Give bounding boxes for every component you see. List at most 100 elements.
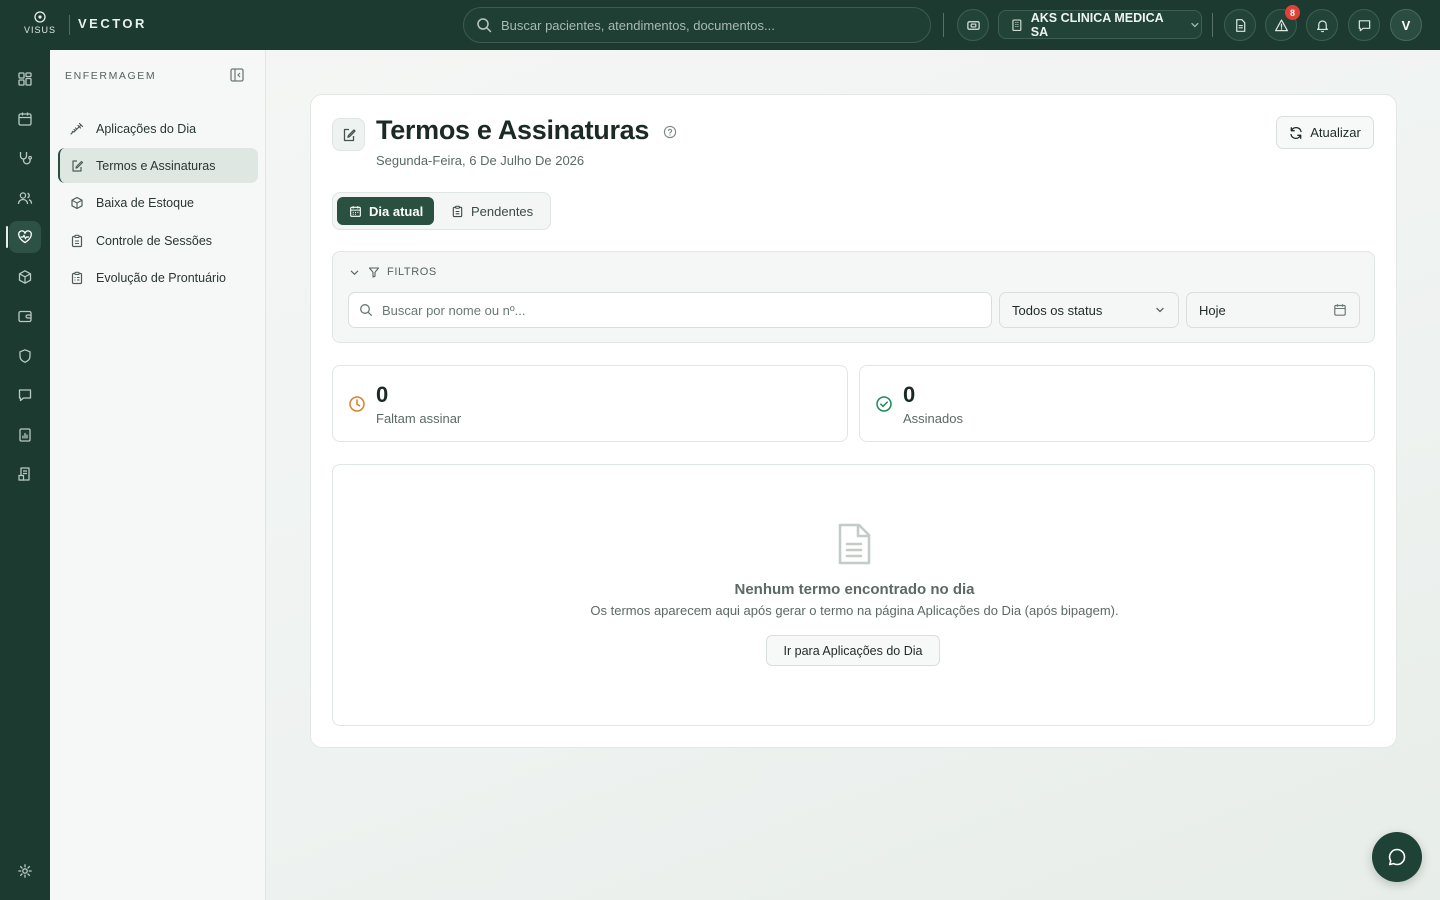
empty-state: Nenhum termo encontrado no dia Os termos… [332, 464, 1375, 726]
status-select[interactable]: Todos os status [999, 292, 1179, 328]
page-title: Termos e Assinaturas [376, 115, 650, 145]
message-icon [1358, 19, 1370, 31]
sidebar-item-estoque[interactable]: Baixa de Estoque [58, 185, 258, 220]
ticket-button[interactable] [957, 9, 989, 41]
sidebar-item-termos[interactable]: Termos e Assinaturas [58, 148, 258, 183]
ticket-icon [966, 20, 980, 30]
rail-reports[interactable] [0, 417, 50, 453]
rail-clinical[interactable] [0, 140, 50, 176]
stat-label: Faltam assinar [376, 411, 462, 426]
rail-active-highlight [9, 221, 41, 253]
search-icon [477, 18, 492, 33]
collapse-sidebar-icon[interactable] [229, 67, 245, 83]
user-avatar[interactable]: V [1390, 9, 1422, 41]
main-content: Termos e Assinaturas Segunda-Feira, 6 De… [266, 50, 1440, 900]
sidebar-title: ENFERMAGEM [65, 70, 157, 82]
organization-selector[interactable]: AKS CLINICA MEDICA SA [998, 10, 1202, 39]
logo-text: VISUS [23, 25, 56, 35]
header-divider [943, 13, 944, 37]
rail-inventory[interactable] [0, 259, 50, 295]
notifications-button[interactable] [1306, 9, 1338, 41]
filter-search[interactable] [348, 292, 992, 328]
rail-messages[interactable] [0, 377, 50, 413]
chevron-down-icon [1156, 307, 1164, 313]
app-name: VECTOR [78, 16, 147, 31]
refresh-icon [1290, 126, 1302, 139]
document-icon [1235, 18, 1245, 32]
refresh-button[interactable]: Atualizar [1276, 116, 1374, 149]
date-picker[interactable]: Hoje [1186, 292, 1360, 328]
clipboard-icon [452, 205, 463, 217]
global-search[interactable] [463, 7, 931, 43]
logo-icon [34, 11, 46, 23]
clipboard-list-icon [71, 271, 83, 284]
stat-label: Assinados [903, 411, 963, 426]
rail-calendar[interactable] [0, 101, 50, 137]
report-icon [19, 428, 31, 442]
global-search-input[interactable] [501, 17, 901, 33]
status-select-value: Todos os status [1012, 302, 1103, 318]
empty-state-description: Os termos aparecem aqui após gerar o ter… [590, 603, 1119, 618]
tab-pendentes[interactable]: Pendentes [439, 197, 547, 225]
calendar-icon [18, 112, 32, 126]
documents-button[interactable] [1224, 9, 1256, 41]
go-to-aplicacoes-button[interactable]: Ir para Aplicações do Dia [766, 635, 940, 666]
sidebar-item-label: Controle de Sessões [96, 233, 213, 248]
sidebar-item-label: Aplicações do Dia [96, 121, 197, 136]
alerts-count-badge: 8 [1285, 5, 1300, 20]
settings-icon [18, 864, 32, 878]
stethoscope-icon [19, 152, 33, 165]
tab-label: Dia atual [369, 203, 424, 219]
icon-rail [0, 50, 50, 900]
search-icon [360, 304, 372, 316]
stat-value: 0 [376, 382, 389, 407]
sidebar-item-aplicacoes[interactable]: Aplicações do Dia [58, 111, 258, 146]
calendar-icon [350, 205, 361, 217]
organization-name: AKS CLINICA MEDICA SA [1030, 10, 1164, 39]
view-tabs: Dia atual Pendentes [332, 192, 551, 230]
rail-nursing[interactable] [0, 219, 50, 255]
sidebar-item-evolucao[interactable]: Evolução de Prontuário [58, 260, 258, 295]
header-divider [1212, 13, 1213, 37]
sign-document-icon [343, 128, 356, 141]
stat-card-pending: 0 Faltam assinar [332, 365, 848, 442]
chat-icon [1388, 848, 1406, 866]
sidebar-item-sessoes[interactable]: Controle de Sessões [58, 223, 258, 258]
stat-card-signed: 0 Assinados [859, 365, 1375, 442]
rail-dashboard[interactable] [0, 61, 50, 97]
clipboard-icon [71, 234, 83, 247]
messages-button[interactable] [1348, 9, 1380, 41]
wallet-icon [18, 310, 32, 323]
calendar-icon [1334, 304, 1346, 316]
rail-settings[interactable] [0, 853, 50, 889]
rail-security[interactable] [0, 338, 50, 374]
filters-toggle[interactable]: FILTROS [349, 266, 437, 278]
help-icon[interactable] [663, 125, 677, 139]
message-icon [18, 389, 32, 402]
rail-billing[interactable] [0, 456, 50, 492]
shield-icon [19, 349, 31, 363]
billing-icon [18, 467, 30, 481]
section-sidebar: ENFERMAGEM Aplicações do Dia Termos e As… [50, 50, 266, 900]
sidebar-item-label: Evolução de Prontuário [96, 270, 226, 285]
tab-dia-atual[interactable]: Dia atual [337, 197, 434, 225]
page-title-icon [332, 118, 365, 151]
dashboard-icon [18, 72, 32, 86]
sidebar-item-label: Baixa de Estoque [96, 195, 194, 210]
rail-patients[interactable] [0, 180, 50, 216]
warning-icon [1274, 18, 1288, 31]
filter-search-input[interactable] [382, 302, 962, 318]
tab-label: Pendentes [471, 203, 534, 219]
chat-fab-button[interactable] [1372, 832, 1422, 882]
alerts-button[interactable]: 8 [1265, 5, 1300, 41]
syringe-icon [70, 122, 84, 135]
bell-icon [1316, 19, 1328, 32]
filter-icon [368, 267, 380, 278]
check-circle-icon [876, 396, 892, 412]
page-date: Segunda-Feira, 6 De Julho De 2026 [376, 153, 585, 168]
rail-finance[interactable] [0, 298, 50, 334]
chevron-down-icon [1191, 22, 1199, 27]
document-icon [838, 523, 871, 565]
date-picker-value: Hoje [1199, 302, 1226, 318]
visus-logo[interactable]: VISUS [22, 10, 58, 40]
